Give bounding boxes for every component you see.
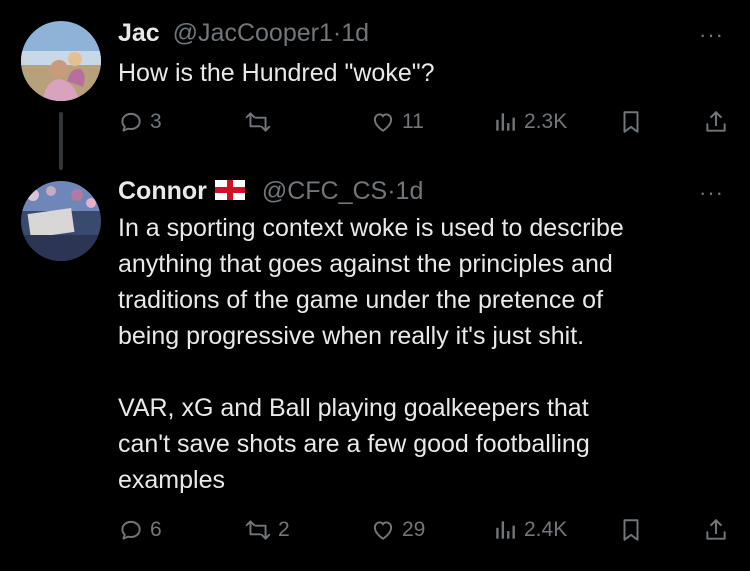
separator-dot: · — [332, 19, 342, 47]
avatar[interactable] — [21, 21, 101, 101]
timestamp[interactable]: 1d — [341, 19, 369, 47]
retweet-icon — [245, 112, 271, 132]
reply-count: 6 — [150, 518, 162, 541]
bookmark-button[interactable] — [620, 105, 642, 139]
tweet-connor[interactable]: Connor @CFC_CS·1d ··· In a sporting cont… — [0, 160, 750, 571]
tweet-text: How is the Hundred "woke"? — [118, 59, 435, 87]
retweet-button[interactable] — [244, 105, 278, 139]
separator-dot: · — [387, 177, 396, 205]
like-count: 29 — [402, 518, 426, 541]
like-button[interactable]: 29 — [370, 513, 425, 547]
retweet-button[interactable]: 2 — [244, 513, 290, 547]
tweet-jac[interactable]: Jac @JacCooper1·1d ··· How is the Hundre… — [0, 0, 750, 160]
retweet-count: 2 — [278, 518, 290, 541]
more-icon[interactable]: ··· — [699, 180, 724, 206]
display-name[interactable]: Jac — [118, 19, 160, 47]
bookmark-icon — [623, 111, 639, 133]
views-button[interactable]: 2.3K — [494, 105, 567, 139]
retweet-icon — [245, 520, 271, 540]
share-button[interactable] — [704, 513, 728, 547]
share-icon — [706, 111, 726, 132]
tweet-text: In a sporting context woke is used to de… — [118, 214, 624, 494]
bookmark-button[interactable] — [620, 513, 642, 547]
views-icon — [496, 521, 515, 539]
like-count: 11 — [402, 110, 424, 133]
user-handle[interactable]: @CFC_CS — [262, 177, 387, 205]
tweet-header: Connor @CFC_CS·1d — [118, 176, 423, 206]
like-button[interactable]: 11 — [370, 105, 424, 139]
reply-button[interactable]: 3 — [118, 105, 162, 139]
reply-button[interactable]: 6 — [118, 513, 162, 547]
action-bar: 6 2 29 2.4K — [0, 513, 750, 547]
view-count: 2.4K — [524, 518, 568, 541]
reply-icon — [121, 112, 141, 132]
views-icon — [496, 113, 515, 131]
action-bar: 3 11 2.3K — [0, 105, 750, 139]
like-icon — [373, 113, 393, 132]
views-button[interactable]: 2.4K — [494, 513, 567, 547]
timestamp[interactable]: 1d — [396, 177, 424, 205]
reply-count: 3 — [150, 110, 162, 133]
reply-icon — [121, 520, 141, 540]
like-icon — [373, 521, 393, 540]
avatar[interactable] — [21, 181, 101, 261]
bookmark-icon — [623, 519, 639, 541]
share-icon — [706, 519, 726, 540]
tweet-header: Jac @JacCooper1·1d — [118, 18, 369, 48]
display-name[interactable]: Connor — [118, 177, 207, 205]
more-icon[interactable]: ··· — [699, 22, 724, 48]
england-flag-icon — [214, 180, 245, 200]
view-count: 2.3K — [524, 110, 568, 133]
user-handle[interactable]: @JacCooper1 — [173, 19, 333, 47]
share-button[interactable] — [704, 105, 728, 139]
